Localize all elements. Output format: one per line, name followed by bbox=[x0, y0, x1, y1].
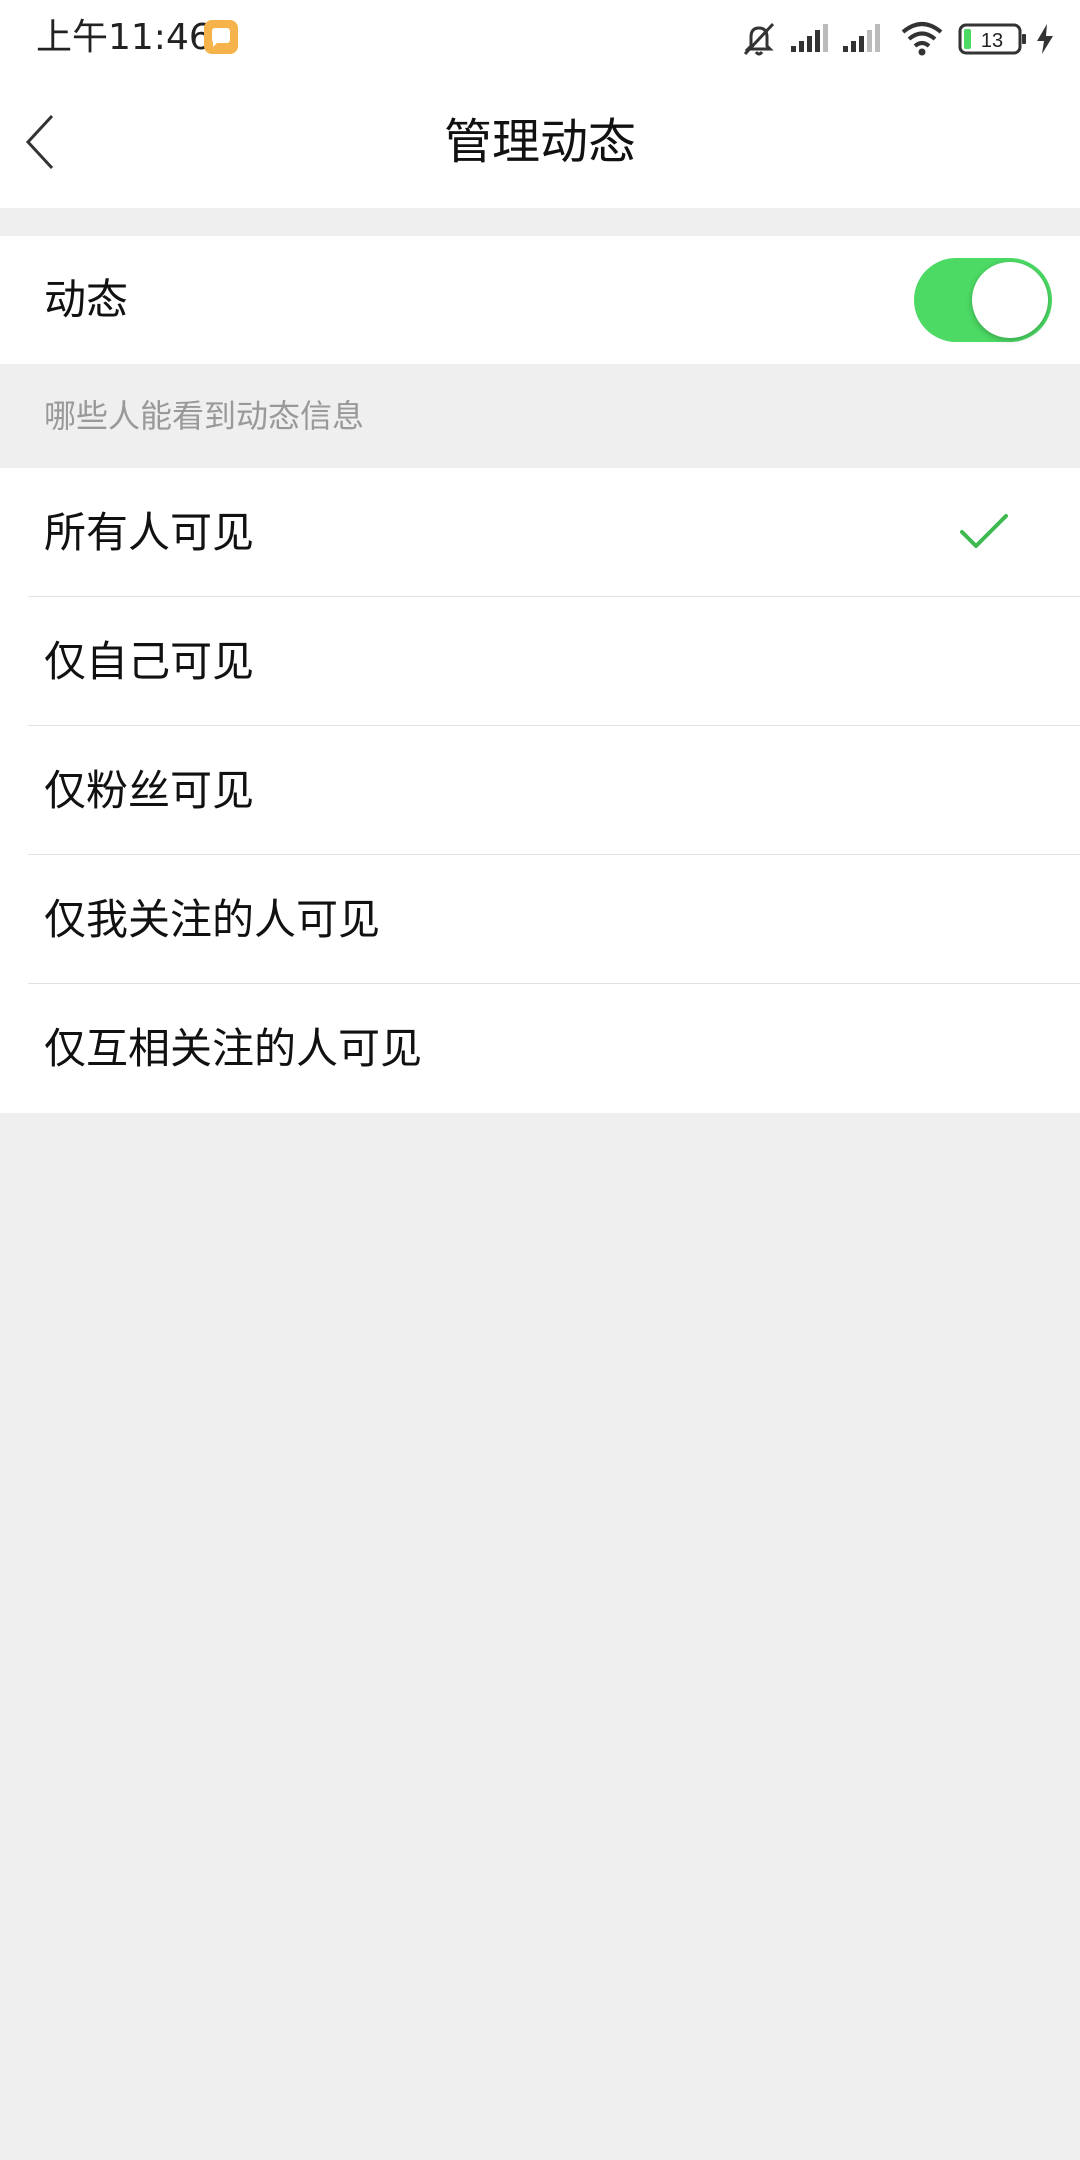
navigation-bar: 管理动态 bbox=[0, 76, 1080, 208]
mute-icon bbox=[743, 22, 775, 56]
visibility-option-following-only[interactable]: 仅我关注的人可见 bbox=[0, 855, 1080, 984]
option-label: 仅我关注的人可见 bbox=[44, 895, 381, 944]
visibility-option-only-me[interactable]: 仅自己可见 bbox=[0, 597, 1080, 726]
option-label: 仅自己可见 bbox=[44, 637, 255, 686]
option-label: 所有人可见 bbox=[44, 508, 255, 557]
page-title: 管理动态 bbox=[443, 114, 636, 170]
visibility-options-list: 所有人可见 仅自己可见 仅粉丝可见 仅我关注的人可见 仅互相关注的人可见 bbox=[0, 468, 1080, 1113]
option-label: 仅粉丝可见 bbox=[44, 766, 255, 815]
dynamic-toggle-label: 动态 bbox=[44, 275, 129, 324]
wifi-icon bbox=[901, 22, 943, 56]
visibility-option-mutual-only[interactable]: 仅互相关注的人可见 bbox=[0, 984, 1080, 1113]
visibility-option-fans-only[interactable]: 仅粉丝可见 bbox=[0, 726, 1080, 855]
battery-icon: 13 bbox=[958, 23, 1026, 55]
toggle-knob bbox=[972, 262, 1048, 338]
visibility-section-title: 哪些人能看到动态信息 bbox=[44, 397, 365, 435]
signal-icon bbox=[791, 24, 828, 52]
charging-icon bbox=[1037, 24, 1053, 54]
notification-icon bbox=[204, 20, 238, 54]
signal-icon bbox=[843, 24, 880, 52]
status-bar: 上午11:46 13 bbox=[0, 0, 1080, 76]
back-chevron-icon[interactable] bbox=[22, 110, 66, 174]
option-label: 仅互相关注的人可见 bbox=[44, 1024, 423, 1073]
visibility-option-everyone[interactable]: 所有人可见 bbox=[0, 468, 1080, 597]
dynamic-toggle-switch[interactable] bbox=[914, 258, 1052, 342]
status-time: 上午11:46 bbox=[36, 17, 212, 58]
dynamic-toggle-row: 动态 bbox=[0, 236, 1080, 364]
battery-level-text: 13 bbox=[981, 30, 1003, 52]
check-icon bbox=[960, 514, 1008, 548]
